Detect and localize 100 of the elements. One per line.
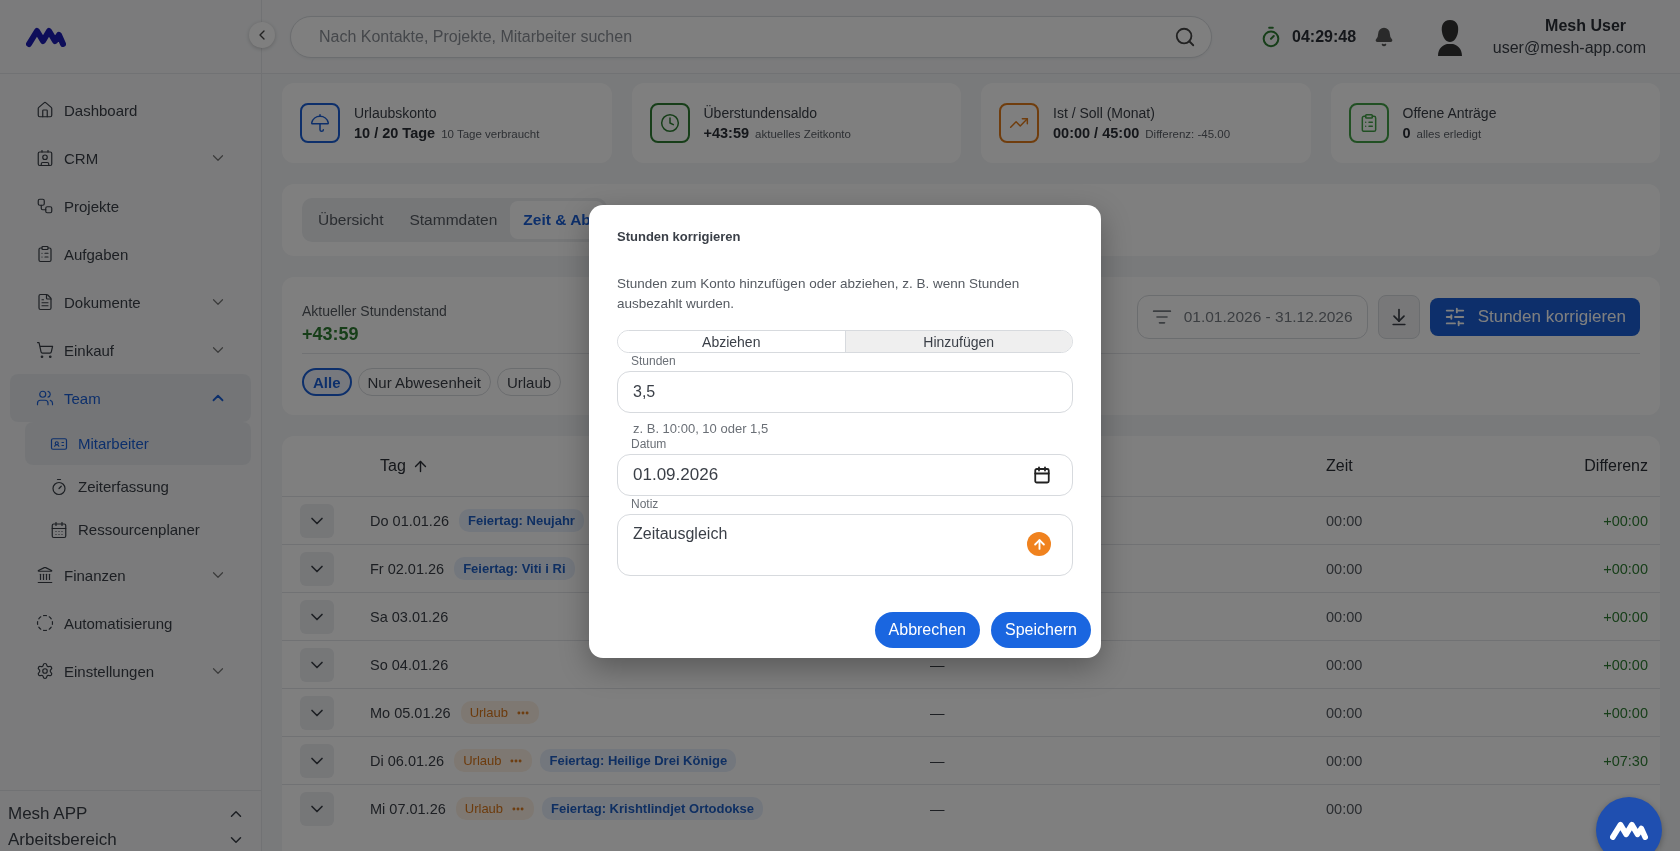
column-header[interactable]: Differenz [1584,457,1648,475]
nav-item[interactable]: Einstellungen [10,647,251,695]
nav-label: Automatisierung [64,614,174,632]
stopwatch-icon [50,477,68,496]
document-icon [36,293,54,311]
stopwatch-icon [1260,25,1282,48]
day-label: Do 01.01.26 [370,512,449,529]
umbrella-icon [310,113,330,133]
nav-item[interactable]: Automatisierung [10,599,251,647]
save-button[interactable]: Speichern [990,612,1091,648]
users-icon [36,389,54,407]
sliders-icon [1443,306,1466,328]
mode-option[interactable]: Hinzufügen [844,331,1072,352]
nav-label: Projekte [64,197,121,215]
nav-label: Zeiterfassung [78,478,170,495]
column-header[interactable]: Tag [380,457,406,475]
nav-label: Einkauf [64,341,116,359]
table-cell: — [930,800,945,817]
collapse-button[interactable] [249,22,275,48]
date-field[interactable]: 01.09.2026 [617,454,1073,496]
table-cell: — [930,656,945,673]
nav-label: Aufgaben [64,245,130,263]
nav-item[interactable]: CRM [10,134,251,182]
house-icon [36,101,54,119]
nav-label: Mitarbeiter [78,435,150,452]
hours-field[interactable]: 3,5 [617,371,1073,413]
search-field[interactable]: Nach Kontakte, Projekte, Mitarbeiter suchen [290,15,1212,58]
nav-item[interactable]: Ressourcenplaner [25,508,251,551]
note-field[interactable]: Zeitausgleich [617,514,1073,576]
holiday-tag: Feiertag: Krishtlindjet Ortodokse [542,797,764,820]
tag-label: Urlaub [469,705,508,720]
difference-cell-text: +00:00 [1602,704,1649,721]
bank-icon [36,566,54,584]
logo-icon [26,25,66,48]
stat-title: Ist / Soll (Monat) [1053,105,1156,121]
vacation-tag[interactable]: Urlaub [460,701,539,724]
filter-icon [1151,307,1172,327]
difference-cell-text: +07:30 [1602,752,1649,769]
stat-note: 10 Tage verbraucht [441,128,540,140]
calendar-icon[interactable] [1033,466,1051,484]
date-range-field[interactable]: 01.01.2026 - 31.12.2026 [1136,295,1368,339]
nav-label: Ressourcenplaner [78,521,201,538]
field-label: Datum [630,436,668,452]
nav-item[interactable]: Einkauf [10,326,251,374]
stat-title: Überstundensaldo [703,105,819,121]
field-label: Stunden [630,353,677,369]
nav-item[interactable]: Finanzen [10,551,251,599]
search-icon[interactable] [1174,25,1196,48]
clock-icon [659,113,680,133]
dashed-circle-icon [36,614,54,632]
nav-item[interactable]: Mitarbeiter [25,422,251,465]
filter-chip[interactable]: Nur Abwesenheit [357,368,491,396]
table-cell: — [930,704,945,721]
difference-cell-text: +00:00 [1602,608,1649,625]
holiday-tag: Feiertag: Viti i Ri [454,557,575,580]
nav-item[interactable]: Aufgaben [10,230,251,278]
stat-value: 10 / 20 Tage [354,125,436,141]
stat-value: 0 [1402,125,1411,141]
download-button[interactable] [1377,295,1420,339]
stat-note: aktuelles Zeitkonto [755,128,851,140]
time-cell: 00:00 [1326,704,1363,721]
user-email: user@mesh-app.com [1492,38,1646,57]
nav-label: CRM [64,149,100,167]
nav-item[interactable]: Dashboard [10,86,251,134]
time-cell: 00:00 [1326,560,1363,577]
day-label: Mo 05.01.26 [370,704,451,721]
workspace-label: Mesh APP [8,804,88,824]
nav-item[interactable]: Dokumente [10,278,251,326]
column-header[interactable]: Zeit [1326,457,1353,475]
tab[interactable]: Übersicht [305,201,397,239]
user-name: Mesh User [1545,16,1626,35]
settings-icon [36,662,54,680]
time-cell: 00:00 [1326,656,1363,673]
difference-cell-text: +00:00 [1602,560,1649,577]
nav-label: Dokumente [64,293,142,311]
tab[interactable]: Stammdaten [396,201,511,239]
cancel-button[interactable]: Abbrechen [874,612,980,648]
stat-value: +43:59 [703,125,750,141]
filter-chip[interactable]: Urlaub [496,368,562,396]
time-cell: 00:00 [1326,752,1363,769]
vacation-tag[interactable]: Urlaub [455,797,535,820]
dialog-description: Stunden zum Konto hinzufügen oder abziehen, z. B. wenn Stunden ausbezahlt wurden. [617,275,1021,313]
nav-item[interactable]: Projekte [10,182,251,230]
table-cell: — [930,752,945,769]
correct-hours-button[interactable]: Stunden korrigieren [1429,298,1640,336]
timer-text: 04:29:48 [1292,27,1357,46]
bell-icon[interactable] [1374,26,1395,47]
day-label: Di 06.01.26 [370,752,445,769]
tag-label: Urlaub [463,753,502,768]
nav-item[interactable]: Zeiterfassung [25,465,251,508]
filter-chip[interactable]: Alle [302,368,352,396]
time-cell: 00:00 [1326,512,1363,529]
vacation-tag[interactable]: Urlaub [454,749,533,772]
nav-label: Team [64,389,102,407]
logo-icon [1610,819,1648,841]
stat-title: Offene Anträge [1402,105,1497,121]
nav-item[interactable]: Team [10,374,251,422]
balance-value: +43:59 [302,324,360,345]
day-label: So 04.01.26 [370,656,449,673]
day-label: Mi 07.01.26 [370,800,446,817]
